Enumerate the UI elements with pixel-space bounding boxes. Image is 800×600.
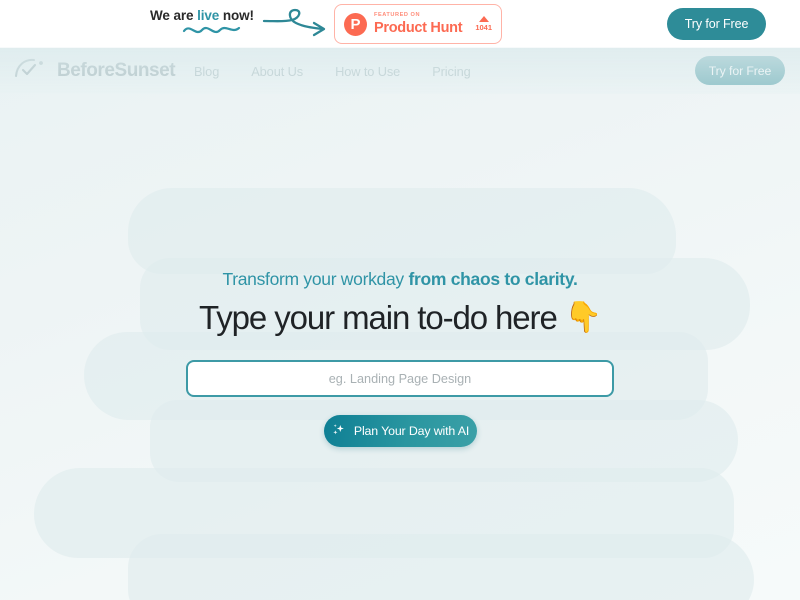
navbar	[0, 47, 800, 94]
looping-arrow-icon	[262, 8, 334, 45]
live-announcement-text: We are live now!	[150, 8, 254, 23]
product-hunt-name: Product Hunt	[374, 19, 463, 36]
wavy-underline-icon	[182, 23, 242, 42]
upvote-triangle-icon	[478, 16, 489, 23]
plan-your-day-with-ai-button[interactable]: Plan Your Day with AI	[323, 415, 477, 447]
hero-section: Transform your workday from chaos to cla…	[0, 94, 800, 447]
product-hunt-upvote[interactable]: 1041	[475, 16, 492, 32]
hero-eyebrow: Transform your workday from chaos to cla…	[222, 269, 577, 290]
brush-stroke-6	[128, 534, 754, 600]
live-suffix: now!	[219, 8, 254, 23]
hero-eyebrow-bold: from chaos to clarity.	[408, 269, 578, 289]
plan-button-label: Plan Your Day with AI	[353, 424, 470, 438]
announcement-bar: We are live now! P FEATURED ON Product H…	[0, 0, 800, 47]
product-hunt-upvote-count: 1041	[475, 23, 492, 33]
live-prefix: We are	[150, 8, 198, 23]
hero-headline-text: Type your main to-do here	[199, 299, 558, 336]
product-hunt-featured-label: FEATURED ON	[374, 11, 421, 18]
hero-eyebrow-regular: Transform your workday	[222, 269, 409, 289]
main-todo-input[interactable]	[186, 360, 614, 397]
announcement-try-for-free-button[interactable]: Try for Free	[667, 8, 766, 40]
pointing-down-emoji-icon: 👇	[564, 301, 602, 334]
product-hunt-logo-icon: P	[344, 12, 367, 36]
product-hunt-text: FEATURED ON Product Hunt	[374, 11, 468, 36]
brush-stroke-5	[34, 468, 734, 558]
live-highlight: live	[197, 8, 220, 23]
sparkles-icon	[331, 422, 347, 441]
page-title: Type your main to-do here 👇	[199, 299, 602, 337]
product-hunt-badge[interactable]: P FEATURED ON Product Hunt 1041	[334, 4, 502, 44]
landing-page: We are live now! P FEATURED ON Product H…	[0, 0, 800, 600]
